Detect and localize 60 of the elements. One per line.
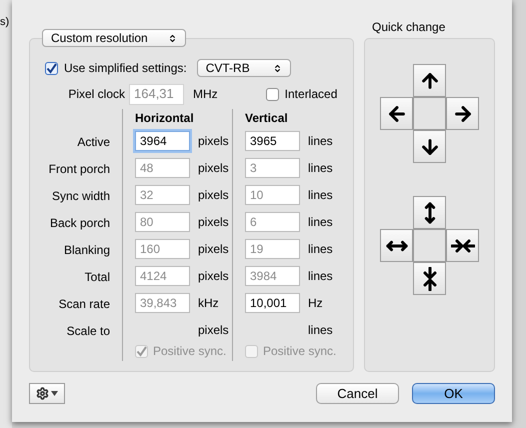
row-label: Sync width (52, 188, 110, 204)
resolution-popup[interactable]: Custom resolution (42, 29, 186, 47)
checkbox-label: Positive sync. (263, 343, 336, 360)
caret-icon (51, 391, 58, 396)
shrink-vertical-button[interactable] (413, 262, 446, 295)
unit-label: MHz (193, 86, 218, 103)
unit-label: lines (308, 322, 333, 339)
preset-popup[interactable]: CVT-RB (196, 59, 291, 77)
unit-label: pixels (198, 268, 229, 285)
shrink-horizontal-button[interactable] (446, 229, 479, 262)
unit-label: pixels (198, 241, 229, 258)
pad-center (413, 97, 446, 130)
settings-menu-button[interactable] (29, 383, 65, 404)
checkbox[interactable] (266, 88, 279, 100)
input-field[interactable]: 3965 (245, 131, 300, 152)
unit-label: pixels (198, 133, 229, 150)
ok-button[interactable]: OK (412, 383, 495, 404)
unit-label: kHz (198, 294, 219, 312)
checkbox-label: Positive sync. (153, 343, 226, 360)
row-label: Total (84, 268, 110, 286)
row-label: Back porch (50, 214, 110, 232)
move-down-button[interactable] (413, 130, 446, 163)
unit-label: pixels (198, 214, 229, 232)
checkbox[interactable] (45, 62, 58, 74)
quick-change-title: Quick change (372, 20, 446, 34)
unit-label: lines (308, 160, 333, 178)
pixel-clock-label: Pixel clock (67, 86, 125, 103)
unit-label: lines (308, 214, 333, 232)
move-left-button[interactable] (380, 97, 413, 130)
background-text: s) (0, 16, 10, 28)
unit-label: lines (308, 187, 333, 204)
row-label: Scale to (66, 322, 110, 340)
input-field[interactable]: 10,001 (245, 292, 300, 313)
arrows-inward-vertical-icon (422, 266, 438, 290)
column-header: Horizontal (135, 110, 195, 127)
checkbox-label: Interlaced (284, 86, 338, 103)
unit-label: lines (308, 241, 333, 258)
pad-center (413, 229, 446, 262)
unit-label: lines (308, 268, 333, 285)
row-label: Blanking (64, 242, 110, 258)
input-field[interactable]: 3964 (135, 131, 190, 152)
popup-arrows-icon (272, 64, 282, 72)
row-label: Front porch (48, 160, 110, 178)
row-label: Scan rate (58, 296, 110, 312)
move-right-button[interactable] (446, 97, 479, 130)
unit-label: lines (308, 133, 333, 150)
arrows-inward-horizontal-icon (450, 238, 474, 254)
row-label: Active (77, 134, 110, 150)
grow-horizontal-button[interactable] (380, 229, 413, 262)
unit-label: pixels (198, 160, 229, 178)
popup-arrows-icon (168, 34, 177, 42)
cancel-button[interactable]: Cancel (316, 383, 399, 404)
unit-label: pixels (198, 322, 229, 339)
checkbox-label: Use simplified settings: (64, 60, 187, 77)
gear-icon (36, 387, 49, 400)
unit-label: Hz (308, 294, 323, 312)
unit-label: pixels (198, 187, 229, 204)
column-header: Vertical (245, 110, 289, 127)
move-up-button[interactable] (413, 64, 446, 97)
grow-vertical-button[interactable] (413, 196, 446, 229)
